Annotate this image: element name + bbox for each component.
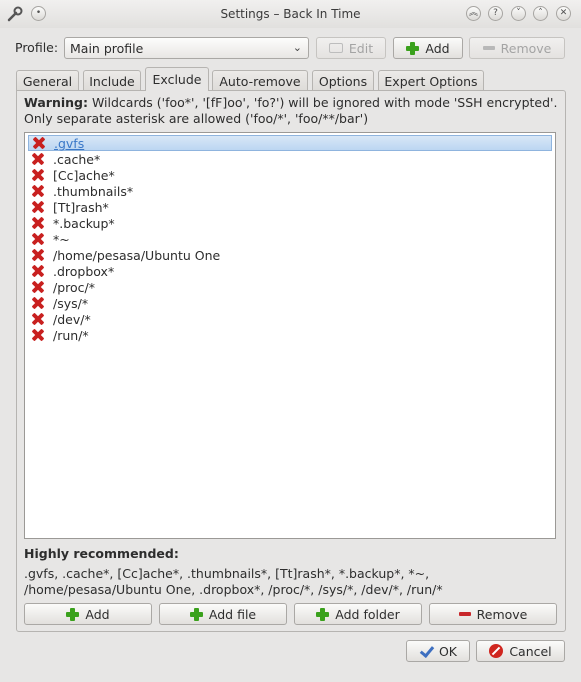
tab-general-label: General <box>22 73 73 89</box>
warning-text: Wildcards ('foo*', '[fF]oo', 'fo?') will… <box>24 95 558 126</box>
remove-x-icon <box>30 199 46 215</box>
list-item-label: /sys/* <box>53 295 89 311</box>
add-pattern-label: Add <box>85 606 110 622</box>
list-item[interactable]: /home/pesasa/Ubuntu One <box>28 247 552 263</box>
shade-button[interactable]: ︽ <box>466 6 481 21</box>
list-item[interactable]: [Tt]rash* <box>28 199 552 215</box>
profile-label: Profile: <box>15 40 59 55</box>
ssh-warning: Warning: Wildcards ('foo*', '[fF]oo', 'f… <box>24 95 564 127</box>
list-item-label: /home/pesasa/Ubuntu One <box>53 247 221 263</box>
remove-profile-button[interactable]: Remove <box>469 37 565 59</box>
title-bar: • Settings – Back In Time ︽ ? ˅ ˄ ✕ <box>0 0 581 28</box>
add-profile-button[interactable]: Add <box>393 37 463 59</box>
list-item-label: /dev/* <box>53 311 91 327</box>
list-item[interactable]: /sys/* <box>28 295 552 311</box>
tab-expert-options-label: Expert Options <box>384 73 478 89</box>
exclude-list[interactable]: .gvfs .cache* [Cc]ache* .thumbnails* [Tt… <box>24 132 556 539</box>
list-item-label: .gvfs <box>54 135 85 151</box>
plus-icon <box>66 607 80 621</box>
remove-pattern-button[interactable]: Remove <box>429 603 557 625</box>
checkmark-icon <box>419 644 433 658</box>
shade-up-icon: ︽ <box>468 8 478 18</box>
ok-button[interactable]: OK <box>406 640 470 662</box>
list-item[interactable]: /proc/* <box>28 279 552 295</box>
edit-profile-button[interactable]: Edit <box>316 37 386 59</box>
cancel-label: Cancel <box>509 643 552 659</box>
remove-x-icon <box>30 167 46 183</box>
list-item[interactable]: [Cc]ache* <box>28 167 552 183</box>
minimize-icon: ˅ <box>516 8 521 18</box>
close-icon: ✕ <box>559 8 568 18</box>
edit-profile-label: Edit <box>348 40 374 56</box>
list-item-label: *.backup* <box>53 215 115 231</box>
recommended-text: .gvfs, .cache*, [Cc]ache*, .thumbnails*,… <box>24 566 443 597</box>
maximize-icon: ˄ <box>538 8 543 18</box>
remove-profile-label: Remove <box>500 40 552 56</box>
chevron-down-icon: ⌄ <box>292 41 302 54</box>
minus-icon <box>482 46 495 50</box>
plus-icon <box>316 607 330 621</box>
remove-x-icon <box>30 311 46 327</box>
plus-icon <box>189 607 203 621</box>
remove-x-icon <box>30 183 46 199</box>
remove-pattern-label: Remove <box>476 606 528 622</box>
tab-options[interactable]: Options <box>312 70 374 91</box>
add-file-label: Add file <box>208 606 257 622</box>
add-pattern-button[interactable]: Add <box>24 603 152 625</box>
remove-x-icon <box>30 327 46 343</box>
remove-x-icon <box>30 231 46 247</box>
list-item[interactable]: /run/* <box>28 327 552 343</box>
edit-icon <box>328 43 343 53</box>
add-folder-button[interactable]: Add folder <box>294 603 422 625</box>
add-file-button[interactable]: Add file <box>159 603 287 625</box>
list-item[interactable]: .gvfs <box>28 135 552 151</box>
tab-general[interactable]: General <box>16 70 79 91</box>
profile-select[interactable]: Main profile ⌄ <box>64 37 309 59</box>
tab-auto-remove-label: Auto-remove <box>219 73 301 89</box>
remove-x-icon <box>31 135 47 151</box>
recommended-title: Highly recommended: <box>24 546 179 561</box>
help-icon: ? <box>493 8 498 18</box>
list-item-label: [Cc]ache* <box>53 167 115 183</box>
add-profile-label: Add <box>425 40 450 56</box>
minimize-button[interactable]: ˅ <box>511 6 526 21</box>
list-item[interactable]: *~ <box>28 231 552 247</box>
remove-x-icon <box>30 279 46 295</box>
list-item[interactable]: .thumbnails* <box>28 183 552 199</box>
remove-x-icon <box>30 151 46 167</box>
tab-exclude[interactable]: Exclude <box>145 67 209 91</box>
list-item-label: .dropbox* <box>53 263 115 279</box>
list-item-label: .thumbnails* <box>53 183 134 199</box>
list-item-label: .cache* <box>53 151 101 167</box>
help-button[interactable]: ? <box>488 6 503 21</box>
remove-x-icon <box>30 247 46 263</box>
warning-label: Warning: <box>24 95 88 110</box>
plus-icon <box>406 41 420 55</box>
cancel-icon <box>489 644 504 658</box>
list-item-label: /proc/* <box>53 279 95 295</box>
tab-include-label: Include <box>89 73 135 89</box>
list-item[interactable]: .dropbox* <box>28 263 552 279</box>
list-item-label: [Tt]rash* <box>53 199 109 215</box>
tab-include[interactable]: Include <box>83 70 141 91</box>
profile-select-value: Main profile <box>70 40 144 56</box>
minus-icon <box>458 612 471 616</box>
maximize-button[interactable]: ˄ <box>533 6 548 21</box>
tab-auto-remove[interactable]: Auto-remove <box>212 70 308 91</box>
remove-x-icon <box>30 263 46 279</box>
tab-exclude-label: Exclude <box>152 72 202 87</box>
list-item[interactable]: /dev/* <box>28 311 552 327</box>
tab-expert-options[interactable]: Expert Options <box>378 70 484 91</box>
list-item[interactable]: .cache* <box>28 151 552 167</box>
remove-x-icon <box>30 295 46 311</box>
tab-options-label: Options <box>318 73 368 89</box>
list-item[interactable]: *.backup* <box>28 215 552 231</box>
list-item-label: *~ <box>53 231 70 247</box>
remove-x-icon <box>30 215 46 231</box>
close-button[interactable]: ✕ <box>556 6 571 21</box>
list-item-label: /run/* <box>53 327 89 343</box>
cancel-button[interactable]: Cancel <box>476 640 565 662</box>
ok-label: OK <box>438 643 458 659</box>
add-folder-label: Add folder <box>335 606 400 622</box>
